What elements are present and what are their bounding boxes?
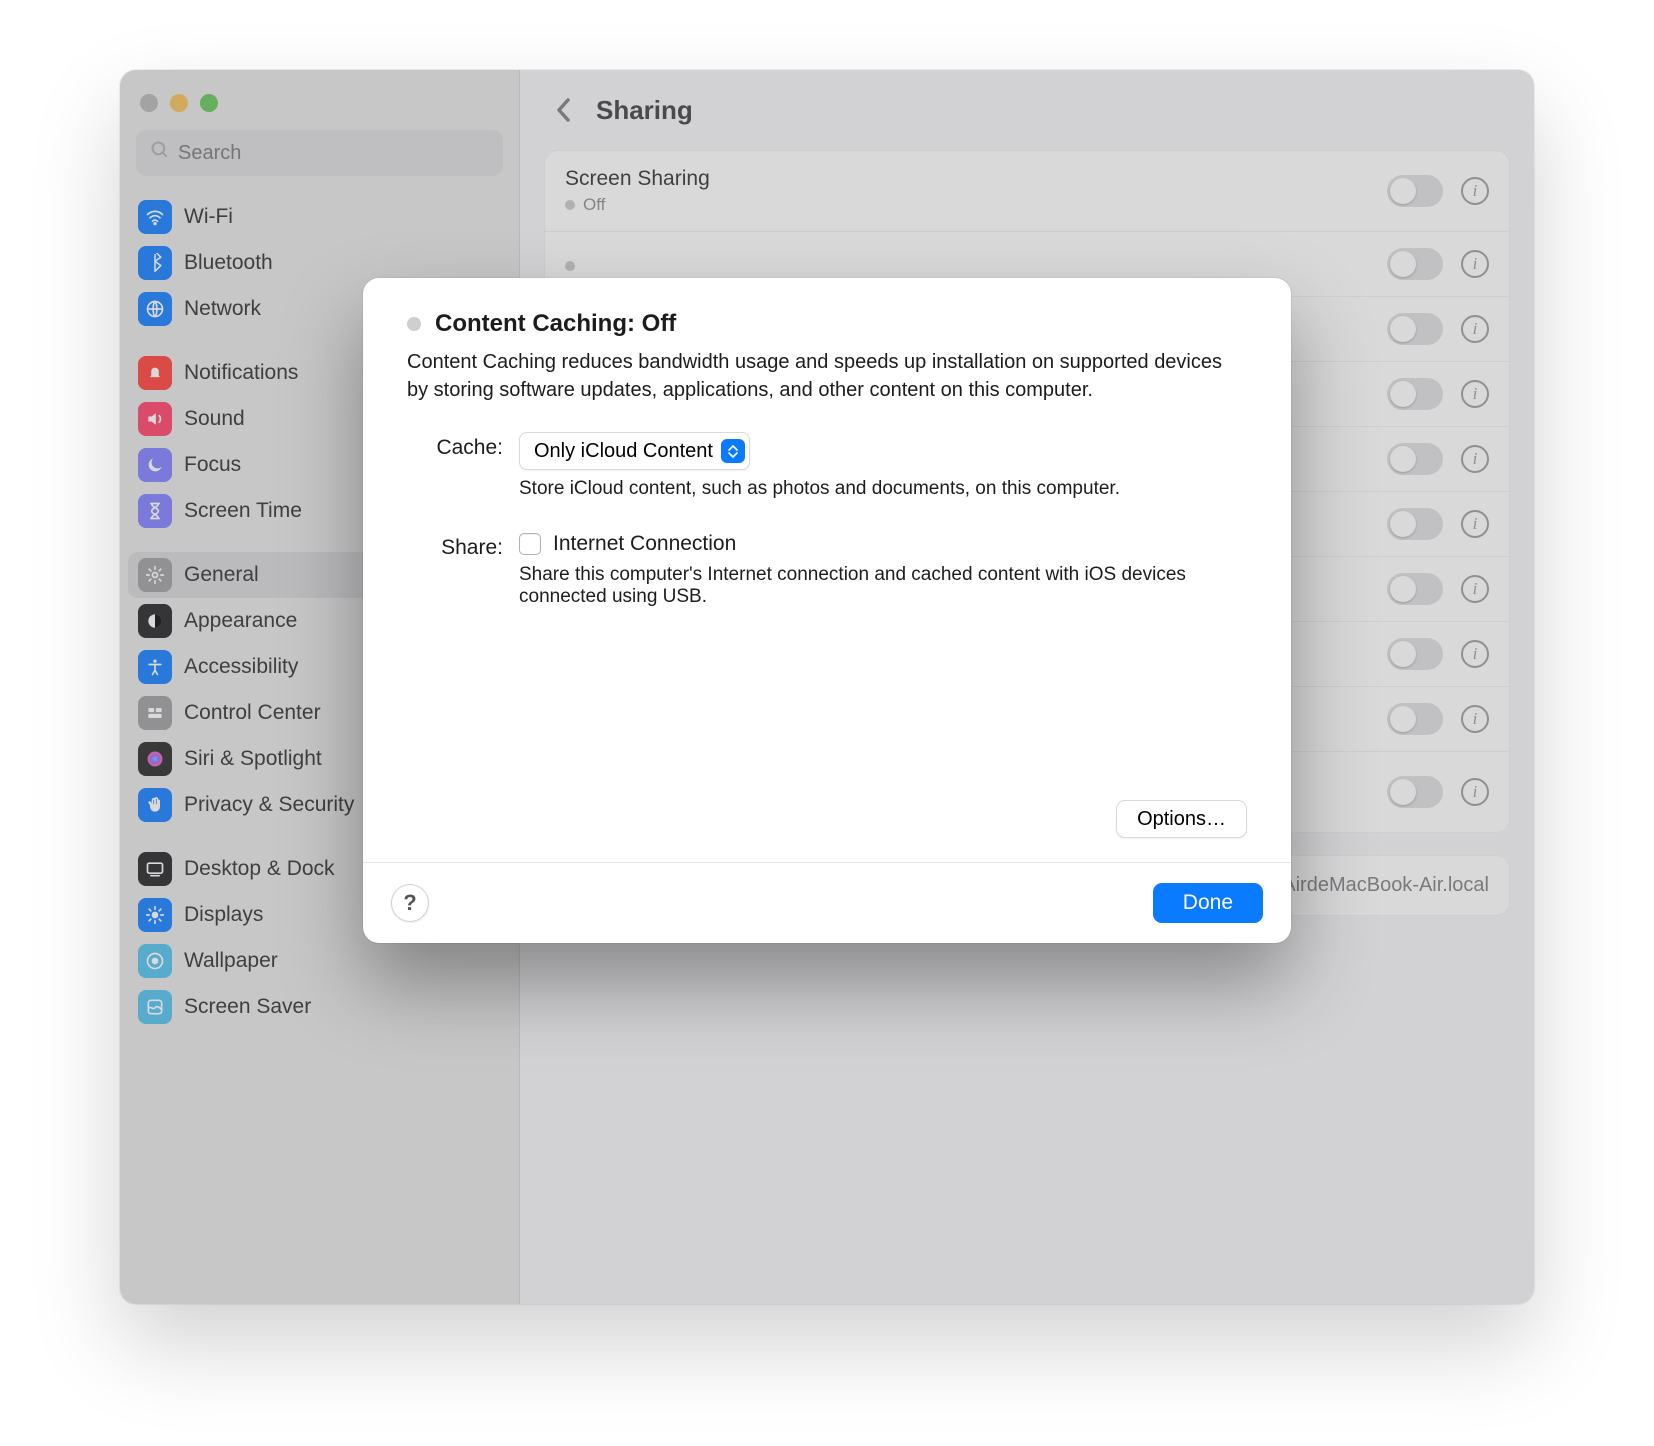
cache-label: Cache:: [407, 432, 503, 460]
sheet-title-row: Content Caching: Off: [407, 310, 1247, 338]
share-helper: Share this computer's Internet connectio…: [519, 564, 1247, 608]
sheet-footer: ? Done: [363, 862, 1291, 943]
help-button[interactable]: ?: [391, 884, 429, 922]
share-option-label: Internet Connection: [553, 532, 736, 556]
chevron-up-down-icon: [721, 439, 745, 463]
cache-select-value: Only iCloud Content: [534, 440, 713, 463]
status-dot-icon: [407, 317, 421, 331]
sheet-title: Content Caching: Off: [435, 310, 676, 338]
content-caching-sheet: Content Caching: Off Content Caching red…: [363, 278, 1291, 943]
sheet-description: Content Caching reduces bandwidth usage …: [407, 348, 1247, 404]
cache-helper: Store iCloud content, such as photos and…: [519, 478, 1247, 500]
share-label: Share:: [407, 532, 503, 560]
done-button[interactable]: Done: [1153, 883, 1263, 923]
options-button[interactable]: Options…: [1116, 800, 1247, 838]
share-internet-checkbox[interactable]: [519, 533, 541, 555]
cache-select[interactable]: Only iCloud Content: [519, 432, 750, 470]
